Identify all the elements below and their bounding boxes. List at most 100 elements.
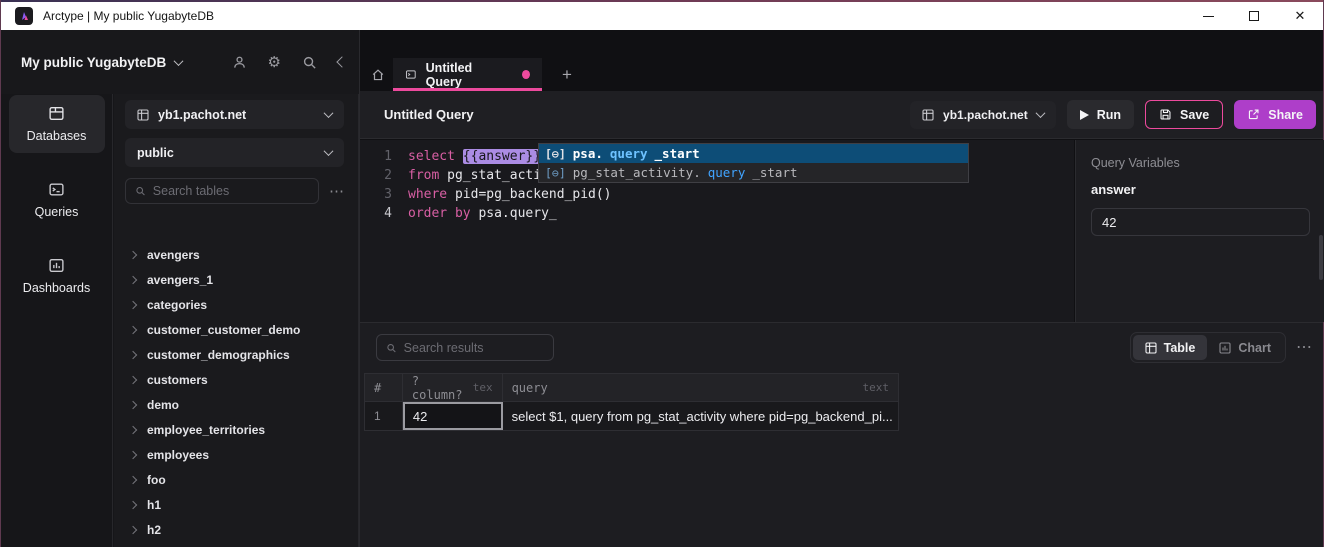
table-row[interactable]: h1 bbox=[114, 492, 359, 517]
table-row[interactable]: demo bbox=[114, 392, 359, 417]
autocomplete-item[interactable]: [⊖]psa.query_start bbox=[539, 144, 968, 163]
table-view-button[interactable]: Table bbox=[1133, 335, 1208, 360]
app-body: My public YugabyteDB ⚙ bbox=[1, 30, 1323, 547]
code-line: 4order by psa.query_ bbox=[360, 204, 1074, 223]
line-number: 4 bbox=[360, 204, 392, 223]
chevron-right-icon bbox=[129, 375, 137, 383]
table-row[interactable]: avengers_1 bbox=[114, 267, 359, 292]
maximize-button[interactable] bbox=[1231, 2, 1277, 30]
chevron-right-icon bbox=[129, 500, 137, 508]
save-button[interactable]: Save bbox=[1145, 100, 1223, 129]
account-icon[interactable] bbox=[232, 55, 247, 70]
chart-view-button[interactable]: Chart bbox=[1207, 335, 1283, 360]
column-name: query bbox=[512, 381, 548, 395]
tables-sidebar: yb1.pachot.net public ⋯ avengersavengers… bbox=[114, 94, 359, 547]
search-tables-input[interactable] bbox=[153, 184, 309, 198]
table-row[interactable]: categories bbox=[114, 292, 359, 317]
code-token: order by bbox=[408, 206, 478, 221]
nav-label: Dashboards bbox=[23, 281, 90, 295]
run-button[interactable]: Run bbox=[1067, 100, 1134, 129]
search-results-box bbox=[376, 334, 554, 361]
workspace-switcher[interactable]: My public YugabyteDB bbox=[1, 55, 182, 70]
row-index: 1 bbox=[365, 402, 403, 430]
server-dropdown[interactable]: yb1.pachot.net bbox=[125, 100, 344, 129]
table-row[interactable]: h2 bbox=[114, 517, 359, 542]
connection-dropdown[interactable]: yb1.pachot.net bbox=[910, 101, 1056, 129]
query-tab-icon bbox=[405, 68, 417, 81]
table-row[interactable]: avengers bbox=[114, 242, 359, 267]
query-title: Untitled Query bbox=[360, 107, 474, 122]
home-tab[interactable] bbox=[362, 58, 393, 91]
chevron-right-icon bbox=[129, 450, 137, 458]
query-variables-panel: Query Variables answer bbox=[1075, 140, 1324, 322]
schema-dropdown[interactable]: public bbox=[125, 138, 344, 167]
code-text: where pid=pg_backend_pid() bbox=[408, 185, 612, 204]
database-icon bbox=[48, 105, 65, 122]
suggestion-suffix: _start bbox=[655, 146, 700, 161]
variable-value-input[interactable] bbox=[1091, 208, 1310, 236]
query-header: Untitled Query yb1.pachot.net Run bbox=[360, 91, 1323, 139]
table-name: categories bbox=[147, 298, 207, 312]
tables-menu-icon[interactable]: ⋯ bbox=[325, 182, 349, 200]
table-grid-icon bbox=[922, 109, 934, 121]
window-controls: ✕ bbox=[1185, 2, 1323, 30]
chevron-right-icon bbox=[129, 325, 137, 333]
result-cell[interactable]: 42 bbox=[403, 402, 503, 430]
table-row[interactable]: employees bbox=[114, 442, 359, 467]
suggestion-prefix: psa. bbox=[573, 146, 603, 161]
table-name: employees bbox=[147, 448, 209, 462]
suggestion-match: query bbox=[708, 165, 746, 180]
play-icon bbox=[1080, 110, 1089, 120]
chevron-right-icon bbox=[129, 400, 137, 408]
result-cell[interactable]: select $1, query from pg_stat_activity w… bbox=[503, 402, 898, 430]
connection-name: yb1.pachot.net bbox=[943, 108, 1028, 122]
chevron-right-icon bbox=[129, 525, 137, 533]
close-button[interactable]: ✕ bbox=[1277, 2, 1323, 30]
share-button[interactable]: Share bbox=[1234, 100, 1316, 129]
table-row[interactable]: order_details bbox=[114, 542, 359, 547]
table-row[interactable]: customers bbox=[114, 367, 359, 392]
table-name: customer_demographics bbox=[147, 348, 290, 362]
search-results-input[interactable] bbox=[404, 341, 544, 355]
table-list: avengersavengers_1 categories customer_cus… bbox=[114, 242, 359, 547]
table-row[interactable]: employee_territories bbox=[114, 417, 359, 442]
unsaved-dot bbox=[522, 70, 530, 79]
column-name: # bbox=[374, 381, 381, 395]
nav-item-databases[interactable]: Databases bbox=[9, 95, 105, 153]
share-icon bbox=[1247, 108, 1260, 121]
new-tab-button[interactable]: + bbox=[554, 58, 580, 91]
home-icon bbox=[371, 68, 385, 82]
column-header[interactable]: querytext bbox=[503, 374, 898, 401]
code-token: pid=pg_backend_pid() bbox=[455, 187, 612, 202]
column-header[interactable]: ?column?tex bbox=[403, 374, 503, 401]
variable-name: answer bbox=[1091, 182, 1324, 197]
table-row[interactable]: foo bbox=[114, 467, 359, 492]
autocomplete-item[interactable]: [⊖]pg_stat_activity.query_start bbox=[539, 163, 968, 182]
server-name: yb1.pachot.net bbox=[158, 108, 246, 122]
collapse-sidebar-icon[interactable] bbox=[338, 58, 346, 66]
nav-rail: Databases Queries Dashboards bbox=[1, 94, 113, 547]
nav-item-dashboards[interactable]: Dashboards bbox=[9, 247, 105, 305]
nav-label: Databases bbox=[27, 129, 87, 143]
column-type: tex bbox=[463, 381, 493, 394]
nav-label: Queries bbox=[35, 205, 79, 219]
search-icon[interactable] bbox=[302, 55, 317, 70]
schema-name: public bbox=[137, 146, 174, 160]
scrollbar-thumb[interactable] bbox=[1319, 235, 1323, 280]
table-row[interactable]: customer_demographics bbox=[114, 342, 359, 367]
search-tables-box bbox=[125, 178, 319, 204]
nav-item-queries[interactable]: Queries bbox=[9, 171, 105, 229]
code-token: from bbox=[408, 168, 447, 183]
minimize-button[interactable] bbox=[1185, 2, 1231, 30]
results-menu-icon[interactable]: ⋯ bbox=[1296, 337, 1313, 357]
chevron-right-icon bbox=[129, 350, 137, 358]
column-name: ?column? bbox=[412, 374, 463, 402]
tab-untitled-query[interactable]: Untitled Query bbox=[393, 58, 542, 91]
table-name: foo bbox=[147, 473, 166, 487]
table-row[interactable]: customer_customer_demo bbox=[114, 317, 359, 342]
column-header[interactable]: # bbox=[365, 374, 403, 401]
results-panel: Table Chart ⋯ #?column?texquerytext142se… bbox=[360, 322, 1323, 547]
table-name: demo bbox=[147, 398, 179, 412]
settings-gear-icon[interactable]: ⚙ bbox=[268, 53, 281, 71]
table-name: h1 bbox=[147, 498, 161, 512]
